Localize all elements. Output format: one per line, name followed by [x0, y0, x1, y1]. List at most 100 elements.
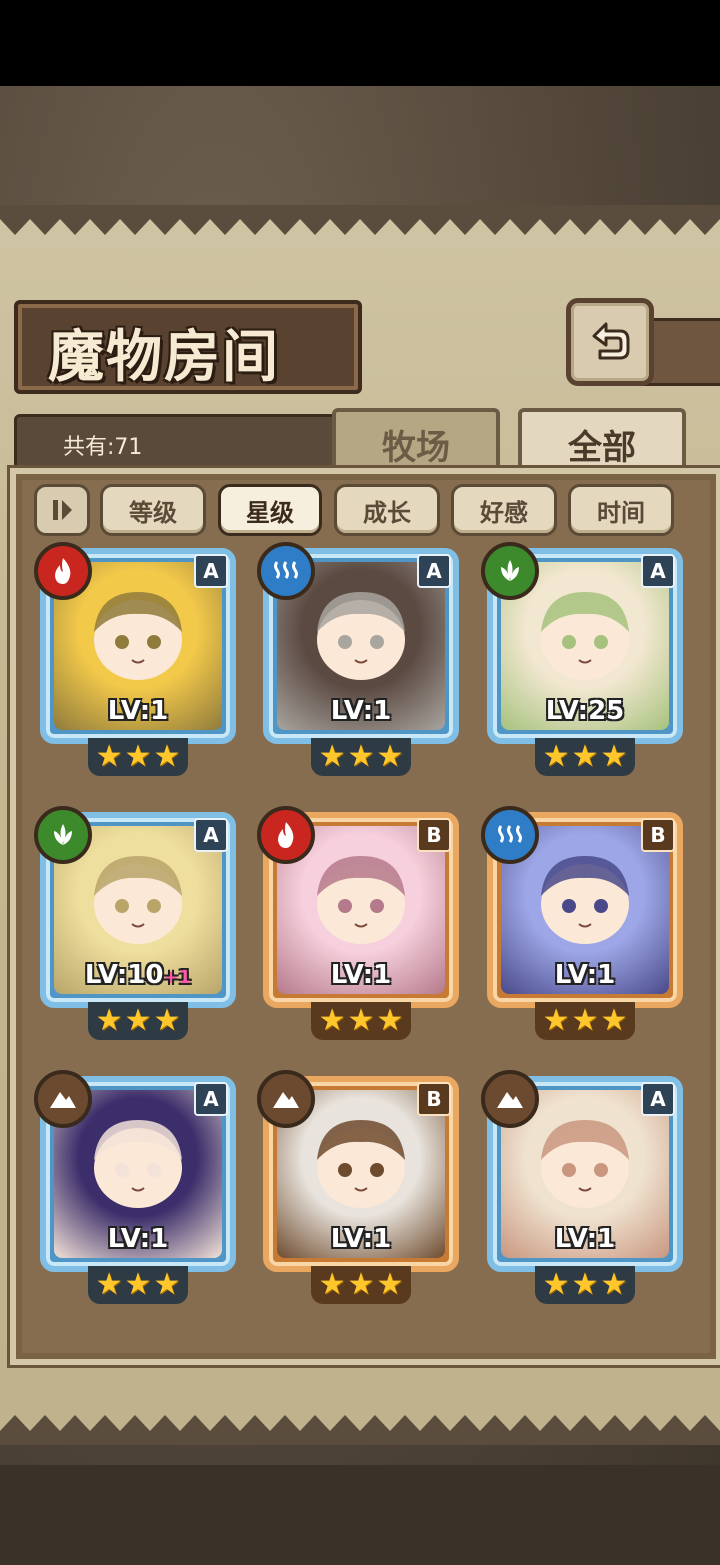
- monster-level: LV:1: [263, 696, 459, 726]
- star-icon: ★: [95, 739, 123, 774]
- leaf-element-icon: [34, 806, 92, 864]
- tab-all[interactable]: 全部: [518, 408, 686, 476]
- star-icon: ★: [153, 1003, 181, 1038]
- sort-growth-button[interactable]: 成长: [334, 484, 440, 536]
- monster-card[interactable]: LV:1 A ★ ★ ★: [34, 1070, 236, 1306]
- level-value: LV:1: [554, 1224, 616, 1254]
- star-icon: ★: [347, 1003, 375, 1038]
- level-value: LV:1: [330, 960, 392, 990]
- star-rating: ★ ★ ★: [88, 738, 188, 776]
- monster-card[interactable]: LV:25 A ★ ★ ★: [481, 542, 683, 778]
- rank-badge: A: [194, 818, 228, 852]
- level-value: LV:25: [545, 696, 625, 726]
- star-icon: ★: [542, 1267, 570, 1302]
- star-icon: ★: [571, 739, 599, 774]
- star-icon: ★: [318, 1267, 346, 1302]
- level-value: LV:1: [107, 1224, 169, 1254]
- bottom-background: [0, 1465, 720, 1565]
- star-rating: ★ ★ ★: [535, 1002, 635, 1040]
- sort-affection-button[interactable]: 好感: [451, 484, 557, 536]
- rank-badge: A: [417, 554, 451, 588]
- level-value: LV:1: [107, 696, 169, 726]
- level-value: LV:1: [330, 1224, 392, 1254]
- monster-level: LV:1: [40, 1224, 236, 1254]
- star-rating: ★ ★ ★: [535, 1266, 635, 1304]
- star-rating: ★ ★ ★: [311, 1002, 411, 1040]
- star-rating: ★ ★ ★: [535, 738, 635, 776]
- title-plate: 魔物房间: [14, 300, 362, 394]
- sort-toggle-icon: [53, 500, 72, 520]
- page-title: 魔物房间: [48, 324, 280, 390]
- fire-element-icon: [257, 806, 315, 864]
- status-bar: [0, 0, 720, 86]
- level-value: LV:10: [84, 960, 164, 990]
- star-icon: ★: [95, 1267, 123, 1302]
- star-icon: ★: [153, 739, 181, 774]
- sort-star-button[interactable]: 星级: [218, 484, 322, 536]
- star-icon: ★: [571, 1267, 599, 1302]
- monster-card[interactable]: LV:1 B ★ ★ ★: [257, 1070, 459, 1306]
- level-bonus: +1: [163, 967, 192, 988]
- star-icon: ★: [347, 739, 375, 774]
- fire-element-icon: [34, 542, 92, 600]
- monster-card[interactable]: LV:1 A ★ ★ ★: [257, 542, 459, 778]
- monster-level: LV:1: [263, 960, 459, 990]
- star-icon: ★: [95, 1003, 123, 1038]
- star-icon: ★: [318, 739, 346, 774]
- tabs-row: 共有:71 牧场 全部: [14, 408, 720, 476]
- monster-level: LV:25: [487, 696, 683, 726]
- sort-order-toggle[interactable]: [34, 484, 90, 536]
- rank-badge: B: [417, 1082, 451, 1116]
- star-icon: ★: [376, 1267, 404, 1302]
- monster-card[interactable]: LV:1 B ★ ★ ★: [257, 806, 459, 1042]
- monster-level: LV:1: [487, 960, 683, 990]
- monster-level: LV:1: [263, 1224, 459, 1254]
- star-icon: ★: [376, 1003, 404, 1038]
- earth-element-icon: [34, 1070, 92, 1128]
- level-value: LV:1: [554, 960, 616, 990]
- monster-card[interactable]: LV:1 A ★ ★ ★: [481, 1070, 683, 1306]
- star-rating: ★ ★ ★: [311, 1266, 411, 1304]
- rank-badge: A: [641, 1082, 675, 1116]
- star-icon: ★: [542, 1003, 570, 1038]
- monster-card[interactable]: LV:10+1 A ★ ★ ★: [34, 806, 236, 1042]
- count-box: 共有:71: [14, 414, 340, 470]
- monster-count: 共有:71: [63, 435, 143, 460]
- star-icon: ★: [124, 739, 152, 774]
- star-rating: ★ ★ ★: [88, 1002, 188, 1040]
- star-icon: ★: [124, 1267, 152, 1302]
- leaf-element-icon: [481, 542, 539, 600]
- star-icon: ★: [600, 1003, 628, 1038]
- sort-level-button[interactable]: 等级: [100, 484, 206, 536]
- monster-level: LV:10+1: [40, 960, 236, 990]
- star-icon: ★: [124, 1003, 152, 1038]
- water-element-icon: [257, 542, 315, 600]
- star-icon: ★: [571, 1003, 599, 1038]
- star-icon: ★: [318, 1003, 346, 1038]
- monster-card[interactable]: LV:1 A ★ ★ ★: [34, 542, 236, 778]
- monster-level: LV:1: [487, 1224, 683, 1254]
- zigzag-top-edge: [0, 205, 720, 235]
- zigzag-bottom-edge: [0, 1415, 720, 1445]
- star-icon: ★: [542, 739, 570, 774]
- earth-element-icon: [257, 1070, 315, 1128]
- rank-badge: A: [194, 554, 228, 588]
- star-icon: ★: [153, 1267, 181, 1302]
- rank-badge: A: [194, 1082, 228, 1116]
- rank-badge: B: [417, 818, 451, 852]
- rank-badge: A: [641, 554, 675, 588]
- star-rating: ★ ★ ★: [311, 738, 411, 776]
- monster-level: LV:1: [40, 696, 236, 726]
- water-element-icon: [481, 806, 539, 864]
- earth-element-icon: [481, 1070, 539, 1128]
- level-value: LV:1: [330, 696, 392, 726]
- star-icon: ★: [376, 739, 404, 774]
- tab-ranch[interactable]: 牧场: [332, 408, 500, 476]
- sort-bar: 等级 星级 成长 好感 时间: [20, 484, 700, 536]
- sort-time-button[interactable]: 时间: [568, 484, 674, 536]
- star-rating: ★ ★ ★: [88, 1266, 188, 1304]
- monster-card[interactable]: LV:1 B ★ ★ ★: [481, 806, 683, 1042]
- star-icon: ★: [600, 739, 628, 774]
- back-button[interactable]: [566, 298, 654, 386]
- star-icon: ★: [347, 1267, 375, 1302]
